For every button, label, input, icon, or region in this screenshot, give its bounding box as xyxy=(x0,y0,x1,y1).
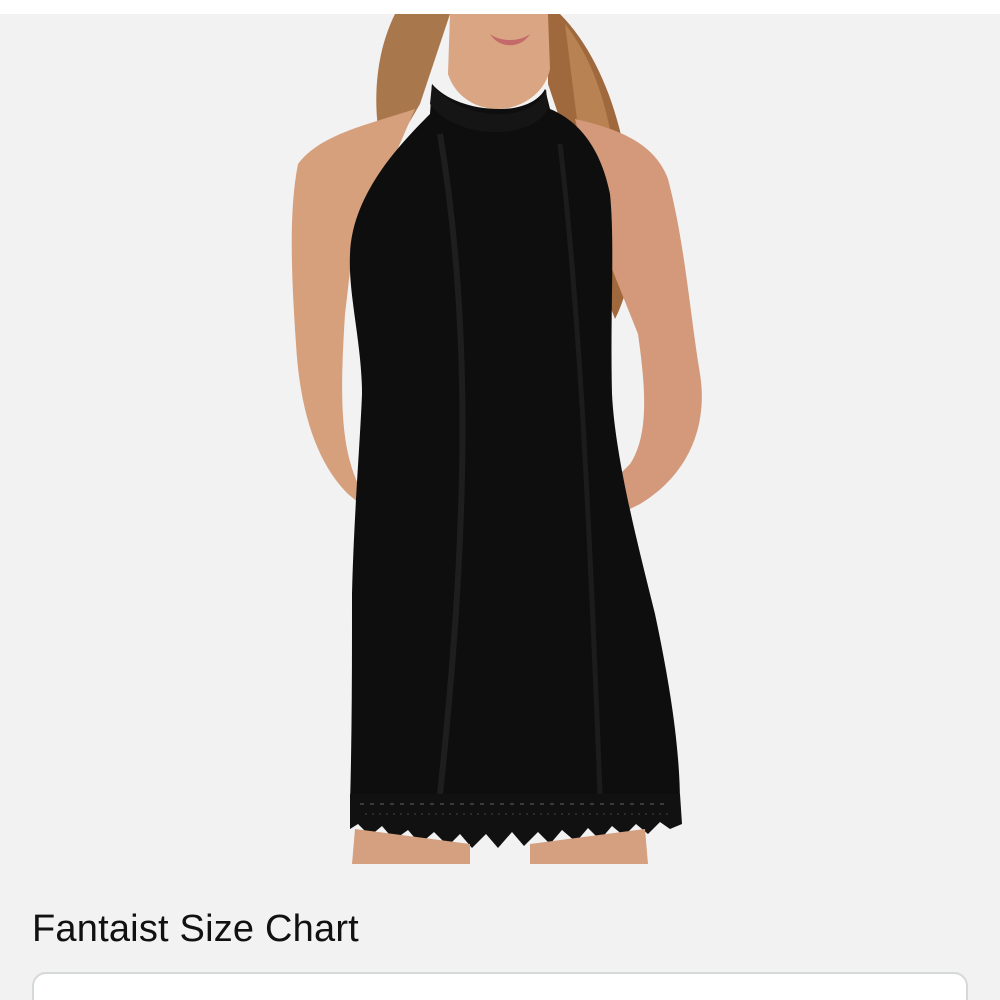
size-chart-card[interactable] xyxy=(32,972,968,1000)
top-bar xyxy=(0,0,1000,14)
product-image[interactable] xyxy=(0,14,1000,864)
product-page: Fantaist Size Chart xyxy=(0,0,1000,1000)
size-chart-title: Fantaist Size Chart xyxy=(32,908,359,950)
product-photo-icon xyxy=(0,14,1000,864)
